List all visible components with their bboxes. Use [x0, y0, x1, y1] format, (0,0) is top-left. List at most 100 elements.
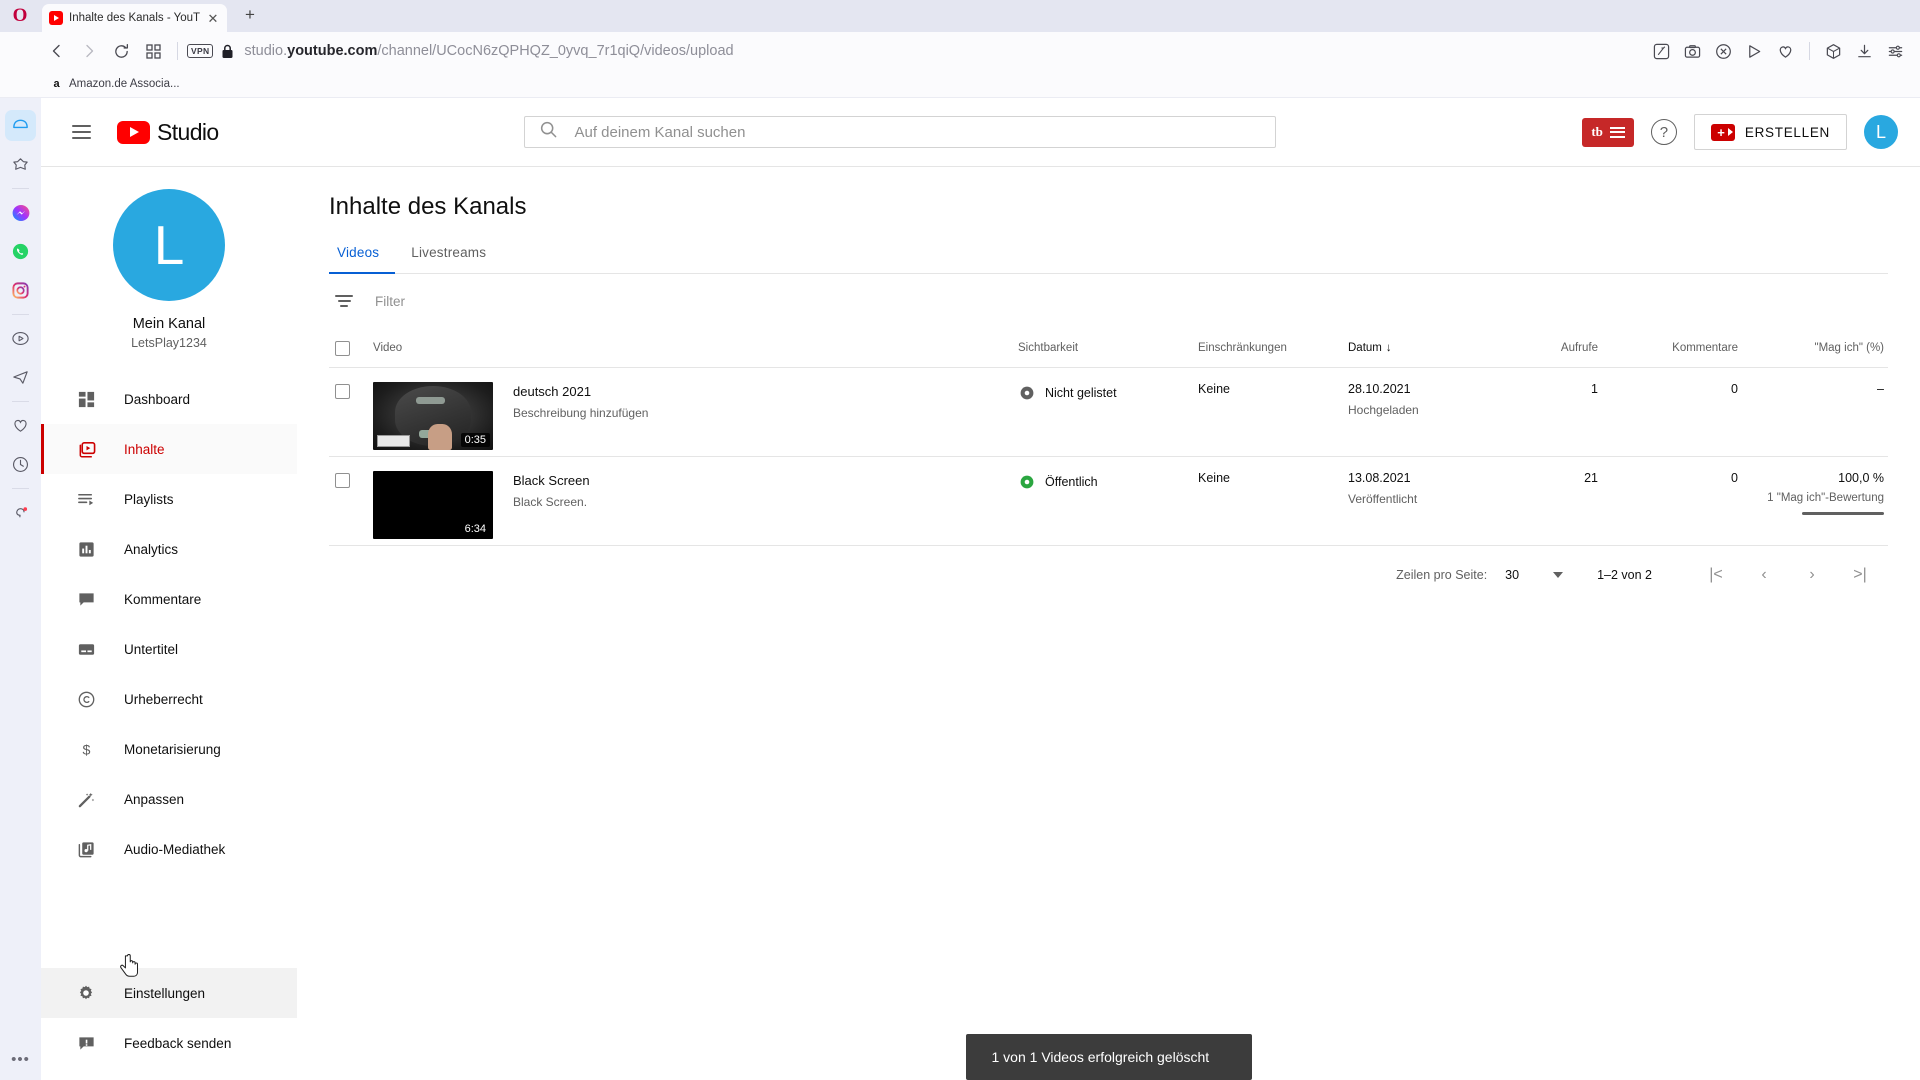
- player-icon[interactable]: [1740, 37, 1769, 65]
- search-box[interactable]: [524, 116, 1277, 148]
- prev-page-button[interactable]: ‹: [1740, 555, 1788, 595]
- sidebar-item-audio-mediathek[interactable]: Audio-Mediathek: [41, 824, 297, 874]
- sidebar-label: Dashboard: [124, 391, 191, 407]
- likes-cell: 100,0 % 1 "Mag ich"-Bewertung: [1738, 471, 1888, 515]
- browser-tab[interactable]: Inhalte des Kanals - YouTu ✕: [42, 4, 227, 32]
- video-meta: deutsch 2021 Beschreibung hinzufügen: [513, 382, 648, 450]
- tips-icon[interactable]: [5, 497, 36, 528]
- video-description[interactable]: Black Screen.: [513, 495, 590, 509]
- sidebar-item-playlists[interactable]: Playlists: [41, 474, 297, 524]
- subtitles-icon: [74, 637, 98, 661]
- sidebar-label: Untertitel: [124, 641, 179, 657]
- studio-main-content: Inhalte des Kanals Videos Livestreams Fi…: [297, 167, 1920, 1080]
- analytics-icon: [74, 537, 98, 561]
- browser-content-area: ••• Studio Auf deinem Kanal suchen tb ? …: [0, 98, 1920, 1080]
- download-icon[interactable]: [1850, 37, 1879, 65]
- thumbnail-art: [376, 435, 411, 448]
- tiles-icon[interactable]: [138, 37, 168, 65]
- heart-icon[interactable]: [1771, 37, 1800, 65]
- avatar[interactable]: L: [1864, 115, 1898, 149]
- visibility-cell[interactable]: Öffentlich: [1018, 471, 1198, 490]
- whatsapp-icon[interactable]: [5, 236, 36, 267]
- adblock-icon[interactable]: [1709, 37, 1738, 65]
- filter-input[interactable]: [375, 293, 695, 309]
- likes-cell: –: [1738, 382, 1888, 396]
- home-icon[interactable]: [5, 110, 36, 141]
- row-checkbox[interactable]: [335, 473, 350, 488]
- date-value: 28.10.2021: [1348, 382, 1411, 396]
- rows-per-page-select[interactable]: 30: [1505, 568, 1564, 582]
- vpn-badge[interactable]: VPN: [187, 44, 214, 58]
- tab-title: Inhalte des Kanals - YouTu: [69, 12, 200, 24]
- video-thumbnail[interactable]: 0:35: [373, 382, 493, 450]
- video-thumbnail[interactable]: 6:34: [373, 471, 493, 539]
- visibility-cell[interactable]: Nicht gelistet: [1018, 382, 1198, 401]
- new-tab-button[interactable]: +: [237, 5, 263, 28]
- history-icon[interactable]: [5, 449, 36, 480]
- row-checkbox[interactable]: [335, 384, 350, 399]
- next-page-button[interactable]: ›: [1788, 555, 1836, 595]
- comments-cell: 0: [1731, 382, 1738, 396]
- telegram-icon[interactable]: [5, 362, 36, 393]
- tab-videos[interactable]: Videos: [329, 245, 396, 274]
- audio-library-icon: [74, 837, 98, 861]
- close-icon[interactable]: ✕: [206, 12, 220, 25]
- hamburger-icon[interactable]: [59, 110, 103, 154]
- tab-livestreams[interactable]: Livestreams: [395, 245, 502, 274]
- sidebar-item-analytics[interactable]: Analytics: [41, 524, 297, 574]
- reload-icon[interactable]: [106, 37, 136, 65]
- back-icon[interactable]: [42, 37, 72, 65]
- sidebar-item-kommentare[interactable]: Kommentare: [41, 574, 297, 624]
- player-icon[interactable]: [5, 323, 36, 354]
- help-icon[interactable]: ?: [1650, 119, 1677, 145]
- sidebar-item-feedback-senden[interactable]: Feedback senden: [41, 1018, 297, 1068]
- opera-more-icon[interactable]: •••: [11, 1051, 30, 1068]
- thumbnail-art: [428, 424, 453, 450]
- tubebuddy-button[interactable]: tb: [1582, 117, 1634, 147]
- sidebar-item-inhalte[interactable]: Inhalte: [41, 424, 297, 474]
- visibility-label: Öffentlich: [1045, 474, 1098, 489]
- divider: [12, 314, 29, 315]
- page-range: 1–2 von 2: [1597, 568, 1652, 582]
- last-page-button[interactable]: >|: [1836, 555, 1884, 595]
- address-bar[interactable]: studio.youtube.com/channel/UCocN6zQPHQZ_…: [244, 43, 1645, 59]
- channel-name: Mein Kanal: [132, 316, 206, 332]
- sidebar-item-untertitel[interactable]: Untertitel: [41, 624, 297, 674]
- select-all-checkbox[interactable]: [335, 341, 350, 356]
- col-date-label: Datum: [1348, 341, 1382, 354]
- video-title[interactable]: Black Screen: [513, 473, 590, 488]
- search-input[interactable]: [574, 123, 1262, 141]
- browser-navigation-bar: VPN studio.youtube.com/channel/UCocN6zQP…: [0, 32, 1920, 70]
- col-date[interactable]: Datum ↓: [1348, 342, 1478, 354]
- settings-sliders-icon[interactable]: [1881, 37, 1910, 65]
- cube-icon[interactable]: [1819, 37, 1848, 65]
- video-title[interactable]: deutsch 2021: [513, 384, 648, 399]
- filter-icon[interactable]: [335, 294, 353, 308]
- heart-icon[interactable]: [5, 410, 36, 441]
- sidebar-item-dashboard[interactable]: Dashboard: [41, 374, 297, 424]
- bookmark-item[interactable]: a Amazon.de Associa...: [46, 75, 184, 92]
- sidebar-item-monetarisierung[interactable]: $ Monetarisierung: [41, 724, 297, 774]
- lock-icon[interactable]: [221, 44, 234, 59]
- pin-star-icon[interactable]: [5, 149, 36, 180]
- table-row[interactable]: 6:34 Black Screen Black Screen. Öffentli…: [329, 457, 1888, 546]
- opera-logo-icon[interactable]: O: [8, 4, 32, 28]
- sidebar-item-urheberrecht[interactable]: Urheberrecht: [41, 674, 297, 724]
- channel-avatar[interactable]: L: [113, 189, 225, 301]
- create-button[interactable]: ERSTELLEN: [1693, 114, 1847, 150]
- youtube-studio-logo[interactable]: Studio: [117, 119, 219, 146]
- messenger-pin-icon[interactable]: [1647, 37, 1676, 65]
- forward-icon[interactable]: [74, 37, 104, 65]
- tab-strip: O Inhalte des Kanals - YouTu ✕ +: [0, 0, 1920, 32]
- messenger-icon[interactable]: [5, 197, 36, 228]
- likes-progress-bar: [1802, 512, 1884, 515]
- instagram-icon[interactable]: [5, 275, 36, 306]
- snapshot-icon[interactable]: [1678, 37, 1707, 65]
- sidebar-item-anpassen[interactable]: Anpassen: [41, 774, 297, 824]
- table-row[interactable]: 0:35 deutsch 2021 Beschreibung hinzufüge…: [329, 368, 1888, 457]
- first-page-button[interactable]: |<: [1692, 555, 1740, 595]
- rows-per-page-label: Zeilen pro Seite:: [1396, 568, 1488, 582]
- video-description[interactable]: Beschreibung hinzufügen: [513, 406, 648, 420]
- sidebar-item-einstellungen[interactable]: Einstellungen: [41, 968, 297, 1018]
- dashboard-icon: [74, 387, 98, 411]
